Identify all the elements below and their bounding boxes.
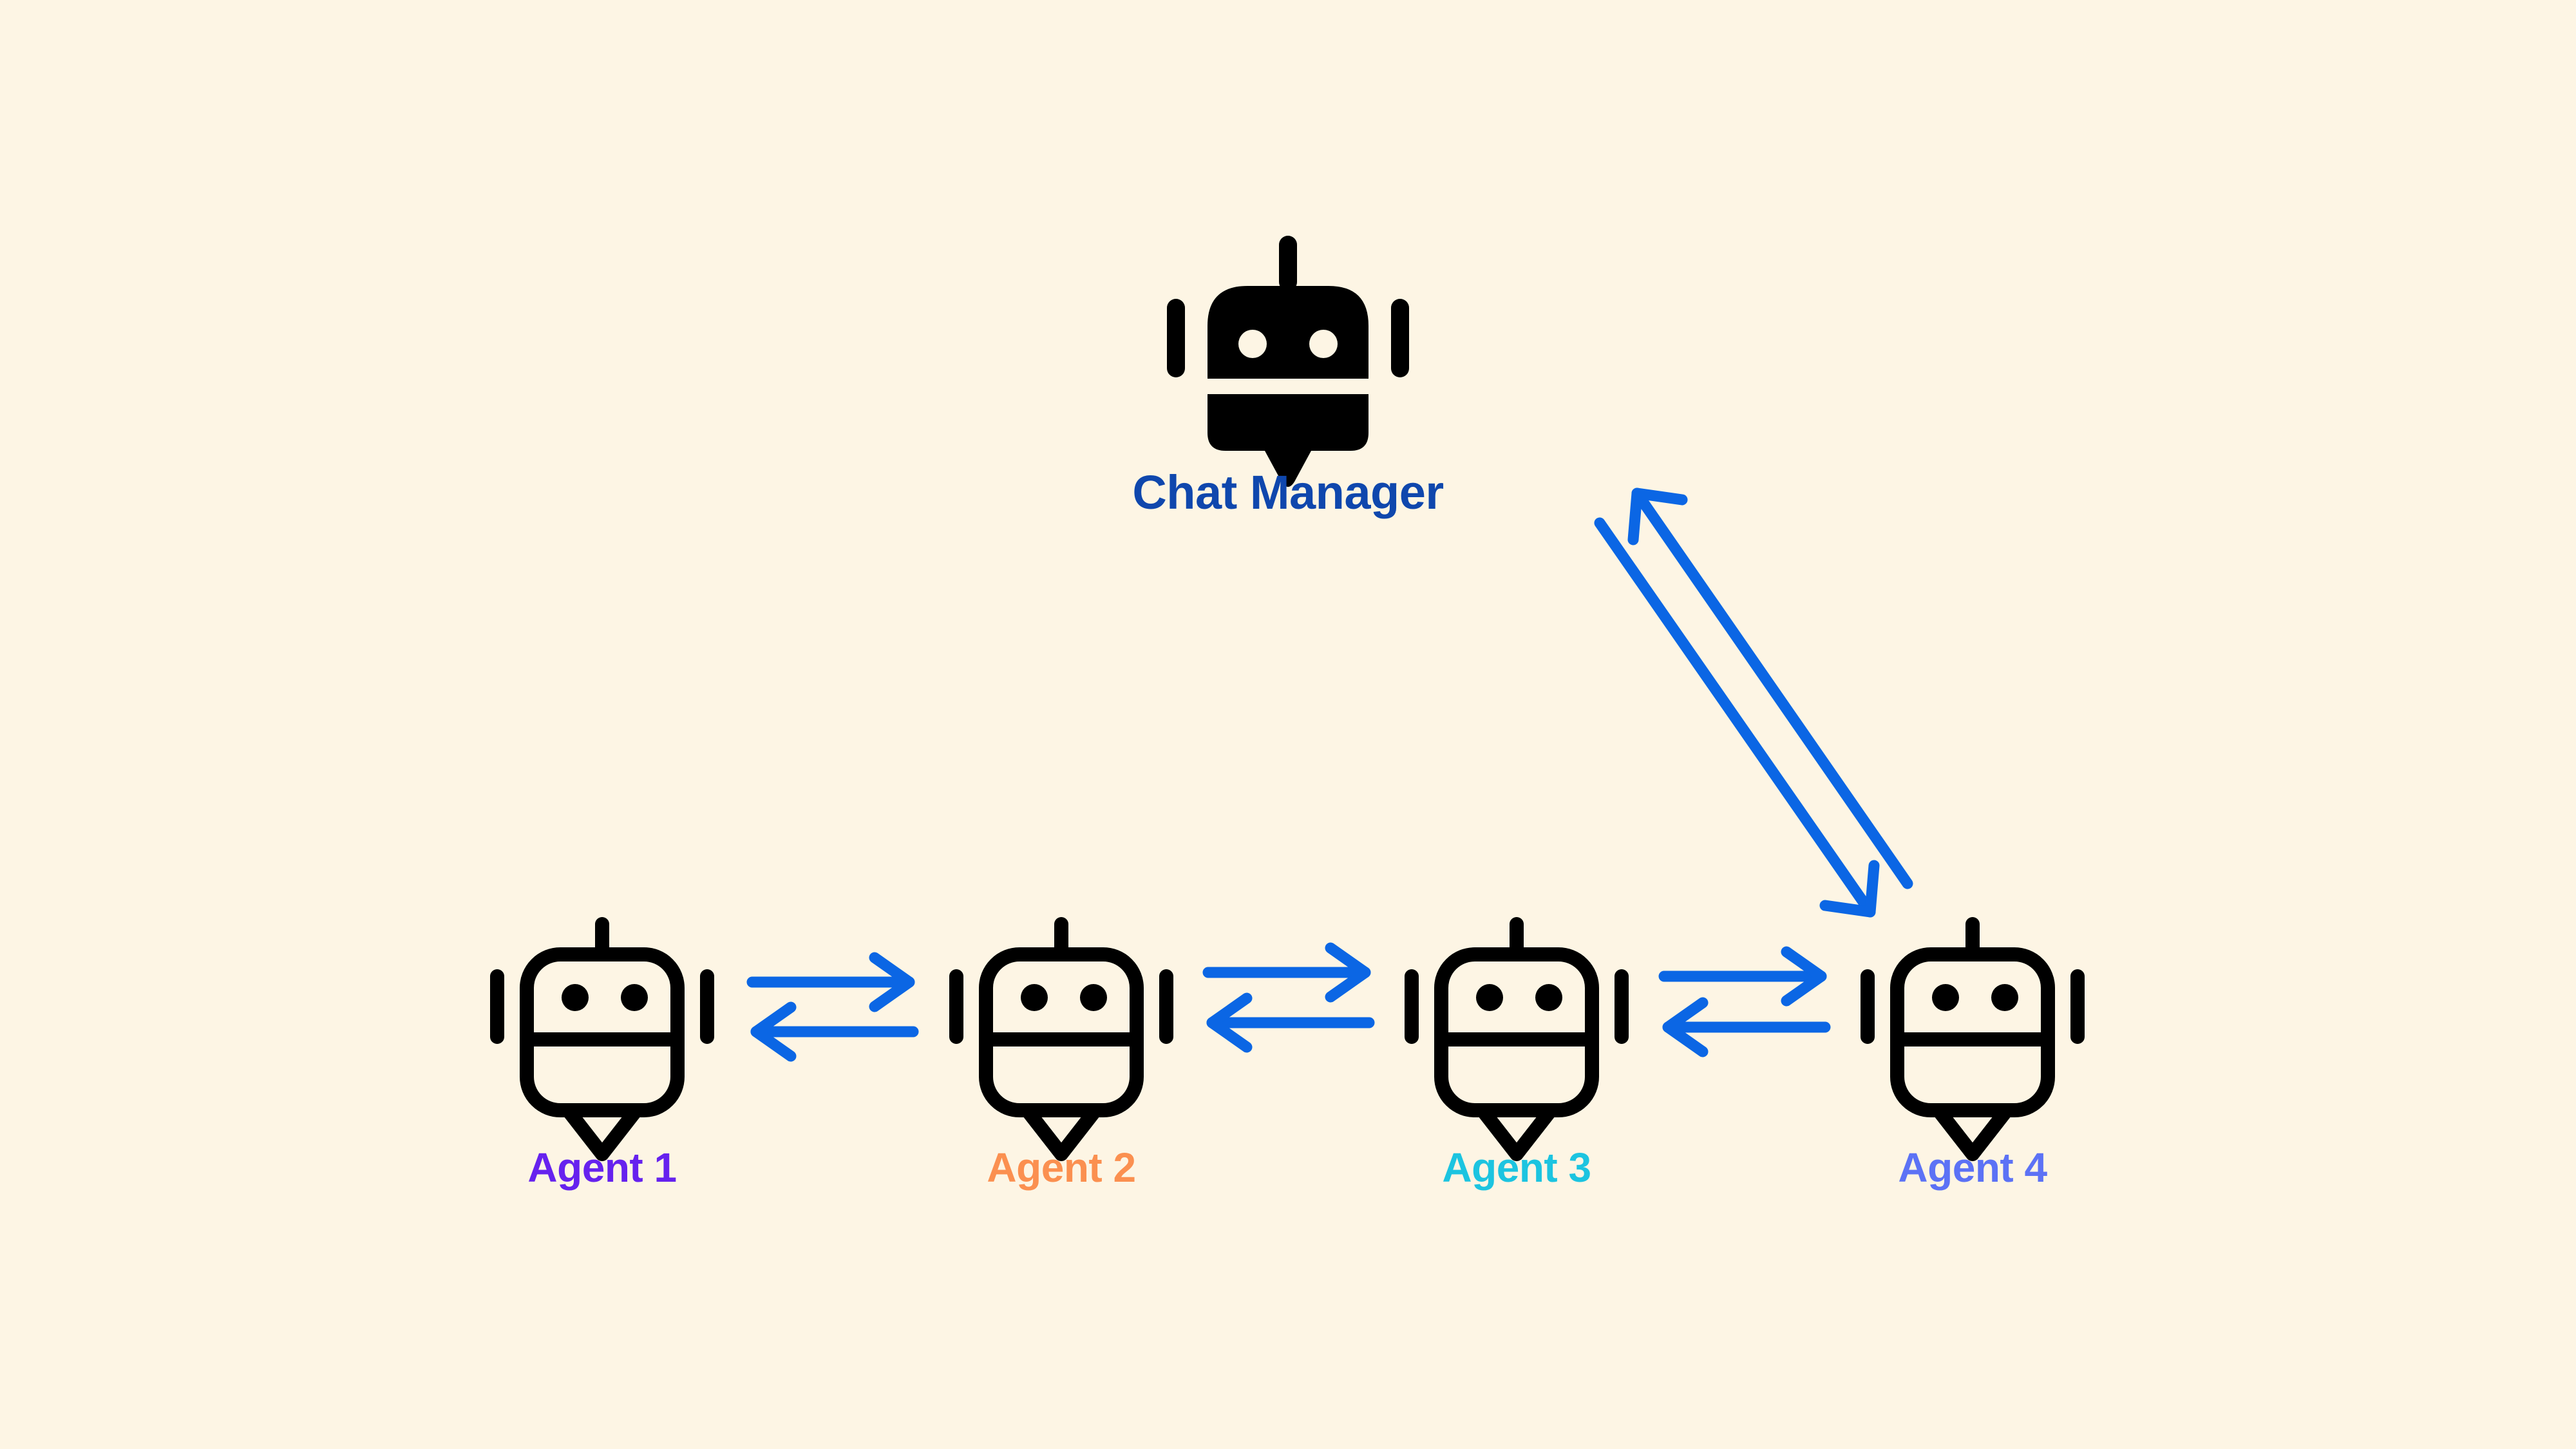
arrow-agent3-to-agent2[interactable] — [1206, 992, 1375, 1053]
arrow-agent4-to-chat-manager[interactable] — [1627, 488, 1913, 889]
arrow-agent2-to-agent3[interactable] — [1202, 942, 1371, 1003]
antenna-shape — [1279, 236, 1297, 291]
agent-4-node[interactable]: Agent 4 — [1861, 917, 2085, 1191]
arrow-agent3-to-agent4[interactable] — [1658, 946, 1827, 1007]
right-eye-shape — [1535, 984, 1562, 1011]
agent-3-node[interactable]: Agent 3 — [1405, 917, 1629, 1191]
left-eye-shape — [1476, 984, 1503, 1011]
head-upper-shape — [1208, 286, 1368, 379]
right-eye-shape — [1991, 984, 2018, 1011]
right-eye-shape — [621, 984, 648, 1011]
chat-manager-node[interactable]: Chat Manager — [1132, 236, 1444, 519]
left-ear-shape — [1167, 299, 1185, 377]
agent-4-label: Agent 4 — [1898, 1144, 2047, 1191]
connection-arrow-layer — [746, 488, 1913, 1062]
left-eye-shape — [1021, 984, 1048, 1011]
arrow-agent2-to-agent1[interactable] — [750, 1001, 919, 1062]
agent-topology-diagram: Chat Manager Agent 1 Agent 2 Agent 3 Age… — [490, 236, 2085, 1191]
right-eye-shape — [1080, 984, 1107, 1011]
agent-1-node[interactable]: Agent 1 — [490, 917, 714, 1191]
chat-manager-label: Chat Manager — [1132, 466, 1443, 519]
robot-filled-icon — [1167, 236, 1409, 487]
right-ear-shape — [1391, 299, 1409, 377]
agent-2-label: Agent 2 — [987, 1144, 1135, 1191]
left-eye-shape — [1932, 984, 1959, 1011]
robot-outline-icon — [1861, 917, 2085, 1161]
agent-1-label: Agent 1 — [527, 1144, 676, 1191]
arrow-shaft — [1631, 488, 1913, 889]
arrow-agent4-to-agent3[interactable] — [1662, 997, 1831, 1057]
arrow-chat-manager-to-agent4[interactable] — [1594, 517, 1880, 918]
diagram-canvas: Chat Manager Agent 1 Agent 2 Agent 3 Age… — [0, 0, 2576, 1449]
arrow-shaft — [1594, 517, 1876, 918]
agent-3-label: Agent 3 — [1442, 1144, 1591, 1191]
agent-2-node[interactable]: Agent 2 — [949, 917, 1173, 1191]
left-eye-shape — [562, 984, 589, 1011]
robot-outline-icon — [490, 917, 714, 1161]
robot-outline-icon — [1405, 917, 1629, 1161]
robot-outline-icon — [949, 917, 1173, 1161]
arrow-agent1-to-agent2[interactable] — [746, 952, 915, 1012]
right-eye-shape — [1309, 330, 1338, 358]
left-eye-shape — [1238, 330, 1267, 358]
